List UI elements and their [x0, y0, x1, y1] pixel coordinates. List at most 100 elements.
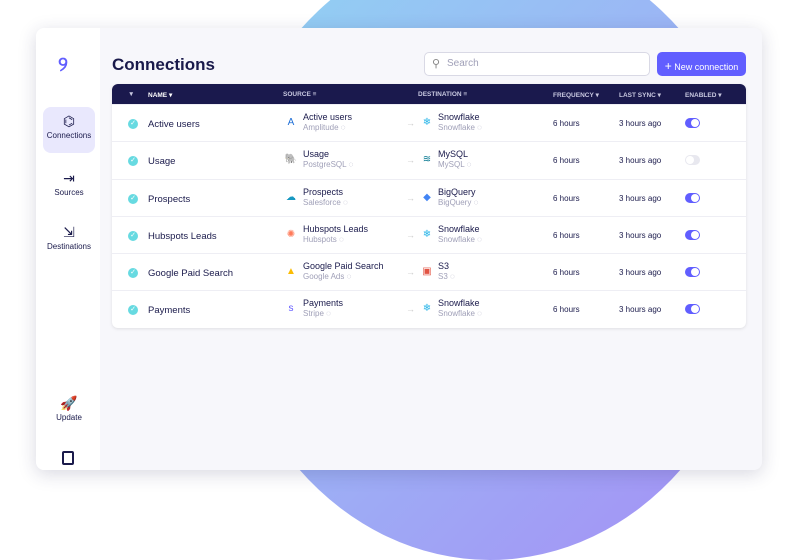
destination-name: BigQuery — [438, 186, 476, 197]
connection-name: Prospects — [148, 193, 191, 205]
arrow-right-icon: → — [406, 192, 415, 203]
frequency: 6 hours — [553, 230, 580, 240]
frequency: 6 hours — [553, 119, 580, 128]
arrow-right-icon: → — [406, 155, 415, 166]
arrow-right-icon: → — [406, 267, 415, 278]
connections-table: ▼ NAME ▾ SOURCE ≡ DESTINATION ≡ FREQUENC… — [112, 84, 746, 328]
status-check-icon: ✓ — [128, 305, 138, 316]
app-window: ୨ ⌬ Connections ⇥ Sources ⇲ Destinations 🚀 U… — [36, 28, 762, 470]
source-cell: Google Paid Search Google Ads ◌ — [303, 261, 384, 281]
col-source[interactable]: SOURCE ≡ — [283, 91, 316, 98]
destination-type: BigQuery ◌ — [438, 197, 479, 207]
filter-icon[interactable]: ▼ — [128, 91, 134, 98]
nav-label: Connections — [46, 131, 92, 140]
status-check-icon: ✓ — [128, 230, 138, 241]
col-last-sync[interactable]: LAST SYNC ▾ — [619, 91, 661, 99]
last-sync: 3 hours ago — [619, 268, 662, 278]
destination-type: MySQL ◌ — [438, 160, 472, 170]
s3-icon: ▣ — [422, 266, 432, 278]
frequency: 6 hours — [553, 268, 580, 278]
enabled-toggle[interactable] — [685, 192, 700, 203]
rocket-icon: 🚀 — [60, 395, 78, 411]
source-cell: Hubspots Leads Hubspots ◌ — [303, 224, 368, 244]
search-icon: ⚲ — [432, 58, 441, 70]
destination-name: Snowflake — [438, 298, 480, 309]
source-type: Hubspots ◌ — [303, 234, 344, 244]
connections-icon: ⌬ — [62, 113, 76, 129]
source-name: Usage — [303, 149, 330, 160]
destination-name: S3 — [438, 261, 450, 272]
source-name: Active users — [303, 112, 353, 122]
docs-book-icon[interactable] — [62, 451, 74, 465]
destination-cell: S3 S3 ◌ — [438, 261, 455, 281]
table-row[interactable]: ✓ Active users A Active users Amplitude ◌… — [112, 104, 746, 141]
last-sync: 3 hours ago — [619, 193, 662, 203]
source-type: Salesforce ◌ — [303, 197, 348, 207]
source-type: PostgreSQL ◌ — [303, 160, 354, 170]
connection-name: Hubspots Leads — [148, 230, 217, 242]
destination-cell: Snowflake Snowflake ◌ — [438, 224, 482, 244]
enabled-toggle[interactable] — [685, 304, 700, 315]
destination-name: Snowflake — [438, 223, 480, 234]
col-frequency[interactable]: FREQUENCY ▾ — [553, 91, 599, 99]
connection-name: Usage — [148, 156, 176, 168]
table-row[interactable]: ✓ Prospects ☁ Prospects Salesforce ◌ → ◆ … — [112, 178, 746, 216]
connection-name: Google Paid Search — [148, 268, 234, 280]
frequency: 6 hours — [553, 193, 580, 203]
destination-type: Snowflake ◌ — [438, 123, 482, 132]
new-connection-button[interactable]: + New connection — [657, 52, 746, 76]
snowflake-icon: ❄ — [422, 228, 432, 240]
mysql-icon: ≋ — [422, 154, 432, 166]
last-sync: 3 hours ago — [619, 119, 662, 128]
destinations-icon: ⇲ — [63, 224, 75, 240]
salesforce-icon: ☁ — [286, 191, 296, 203]
table-header: ▼ NAME ▾ SOURCE ≡ DESTINATION ≡ FREQUENC… — [112, 84, 746, 104]
postgresql-icon: 🐘 — [284, 154, 298, 166]
status-check-icon: ✓ — [128, 156, 138, 167]
destination-cell: Snowflake Snowflake ◌ — [438, 298, 482, 318]
main-content: Connections ⚲ Search + New connection ▼ N… — [100, 28, 762, 470]
source-name: Prospects — [303, 186, 344, 197]
connection-name: Active users — [148, 119, 200, 130]
table-row[interactable]: ✓ Usage 🐘 Usage PostgreSQL ◌ → ≋ MySQL MyS… — [112, 141, 746, 178]
enabled-toggle[interactable] — [685, 229, 700, 240]
table-row[interactable]: ✓ Payments s Payments Stripe ◌ → ❄ Snowfl… — [112, 290, 746, 327]
frequency: 6 hours — [553, 305, 580, 315]
enabled-toggle[interactable] — [685, 155, 700, 166]
sidebar-item-destinations[interactable]: ⇲ Destinations — [43, 218, 95, 264]
stripe-icon: s — [288, 303, 294, 315]
col-destination[interactable]: DESTINATION ≡ — [418, 91, 467, 98]
destination-cell: BigQuery BigQuery ◌ — [438, 187, 478, 207]
enabled-toggle[interactable] — [685, 118, 700, 128]
enabled-toggle[interactable] — [685, 267, 700, 278]
source-type: Amplitude ◌ — [303, 123, 346, 132]
destination-name: MySQL — [438, 149, 469, 160]
google-ads-icon: ▲ — [286, 266, 296, 278]
col-enabled[interactable]: ENABLED ▾ — [685, 91, 722, 99]
source-cell: Active users Amplitude ◌ — [303, 112, 352, 132]
sidebar-item-sources[interactable]: ⇥ Sources — [43, 164, 95, 210]
sidebar-item-connections[interactable]: ⌬ Connections — [43, 107, 95, 153]
search-input[interactable]: ⚲ Search — [424, 52, 650, 76]
table-row[interactable]: ✓ Google Paid Search ▲ Google Paid Searc… — [112, 253, 746, 290]
arrow-right-icon: → — [406, 304, 415, 315]
amplitude-icon: A — [287, 117, 295, 128]
arrow-right-icon: → — [406, 118, 415, 128]
table-row[interactable]: ✓ Hubspots Leads ✺ Hubspots Leads Hubspot… — [112, 215, 746, 253]
nav-label: Sources — [54, 188, 84, 197]
sidebar-item-update[interactable]: 🚀 Update — [43, 389, 95, 435]
sources-icon: ⇥ — [63, 170, 75, 186]
source-cell: Payments Stripe ◌ — [303, 298, 343, 318]
destination-name: Snowflake — [438, 112, 480, 122]
status-check-icon: ✓ — [128, 268, 138, 279]
status-check-icon: ✓ — [128, 193, 138, 204]
arrow-right-icon: → — [406, 229, 415, 240]
col-name[interactable]: NAME ▾ — [148, 91, 172, 99]
nav-label: Destinations — [46, 242, 92, 251]
snowflake-icon: ❄ — [422, 117, 432, 128]
status-check-icon: ✓ — [128, 119, 138, 129]
destination-cell: MySQL MySQL ◌ — [438, 149, 471, 169]
logo-icon: ୨ — [58, 54, 68, 76]
destination-cell: Snowflake Snowflake ◌ — [438, 112, 482, 132]
source-cell: Prospects Salesforce ◌ — [303, 187, 348, 207]
